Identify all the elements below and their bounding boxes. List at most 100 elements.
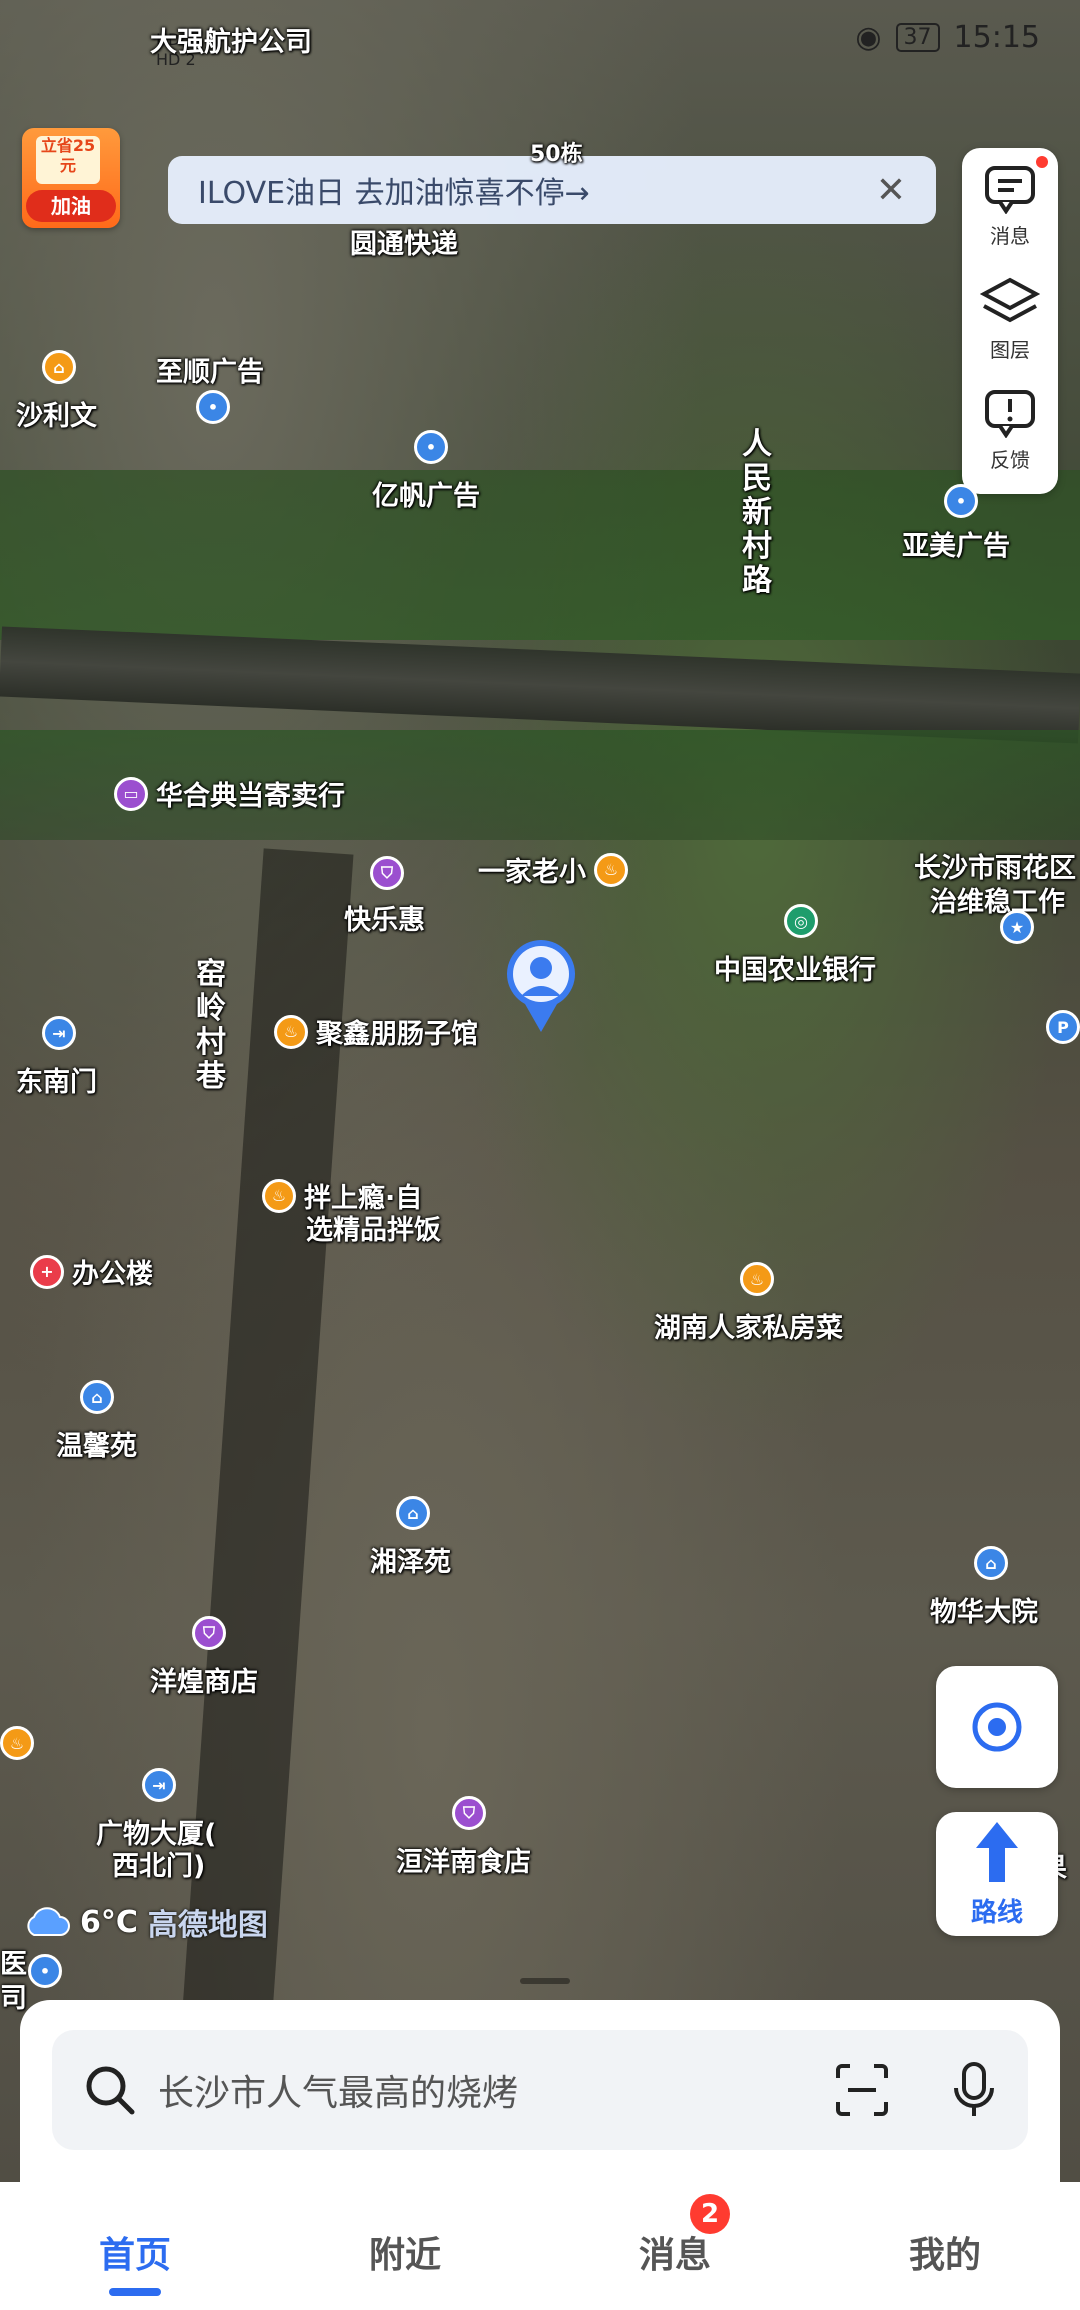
star-icon: ★: [1000, 910, 1034, 944]
poi-abc-bank[interactable]: 中国农业银行: [714, 948, 876, 987]
avatar-pin-icon: [507, 940, 575, 1032]
main-road: [0, 626, 1080, 744]
feedback-tool[interactable]: 反馈: [962, 388, 1058, 473]
poi-xiangzeyuan[interactable]: 湘泽苑: [370, 1540, 451, 1579]
poi-zhishun[interactable]: 至顺广告: [156, 350, 264, 389]
temperature: 6°C: [80, 1904, 138, 1940]
poi-weiwen[interactable]: 治维稳工作: [930, 880, 1065, 919]
poi-juxin[interactable]: ♨ 聚鑫朋肠子馆: [274, 1012, 478, 1051]
poi-wuhua[interactable]: 物华大院: [930, 1590, 1038, 1629]
poi-hunan-renjia-pin[interactable]: ♨: [740, 1262, 774, 1296]
layers-tool-label: 图层: [990, 338, 1030, 362]
parking-icon: P: [1046, 1010, 1080, 1044]
poi-left-edge-2[interactable]: 司: [0, 1976, 27, 2015]
location-icon: ◉: [855, 20, 882, 55]
poi-yanghuang[interactable]: 洋煌商店: [150, 1660, 258, 1699]
poi-yuantong[interactable]: 圆通快递: [350, 222, 458, 261]
clock: 15:15: [953, 20, 1040, 55]
residence-icon: ⌂: [80, 1380, 114, 1414]
active-tab-indicator: [109, 2288, 161, 2296]
poi-yifan-pin[interactable]: •: [414, 430, 448, 464]
layers-tool[interactable]: 图层: [962, 276, 1058, 363]
hotel-icon: ⌂: [42, 350, 76, 384]
poi-yamei[interactable]: 亚美广告: [902, 524, 1010, 563]
tab-home[interactable]: 首页: [0, 2182, 270, 2310]
poi-yamei-pin[interactable]: •: [944, 484, 978, 518]
microphone-icon[interactable]: [950, 2060, 998, 2120]
poi-hunan-renjia[interactable]: 湖南人家私房菜: [654, 1306, 843, 1345]
poi-dongnanmen[interactable]: 东南门: [16, 1060, 97, 1099]
locate-button[interactable]: [936, 1666, 1058, 1788]
poi-huanyang-pin[interactable]: ⛉: [452, 1796, 486, 1830]
poi-zhishun-pin[interactable]: •: [196, 390, 230, 424]
poi-dongnanmen-pin[interactable]: ⇥: [42, 1016, 76, 1050]
tab-mine-label: 我的: [908, 2235, 981, 2276]
pin-icon: •: [944, 484, 978, 518]
layers-icon: [980, 277, 1040, 323]
bank-icon: ◎: [784, 904, 818, 938]
messages-tool-label: 消息: [990, 224, 1030, 248]
scan-icon[interactable]: [834, 2062, 890, 2118]
poi-building-50[interactable]: 50栋: [530, 136, 583, 168]
poi-huahe[interactable]: ▭ 华合典当寄卖行: [114, 774, 345, 813]
poi-xiangzeyuan-pin[interactable]: ⌂: [396, 1496, 430, 1530]
poi-weiwen-pin[interactable]: ★: [1000, 910, 1034, 944]
tab-mine[interactable]: 我的: [810, 2182, 1080, 2310]
feedback-tool-label: 反馈: [990, 448, 1030, 472]
poi-yifan[interactable]: 亿帆广告: [372, 474, 480, 513]
tab-home-label: 首页: [98, 2235, 171, 2276]
poi-abc-bank-pin[interactable]: ◎: [784, 904, 818, 938]
search-bar[interactable]: 长沙市人气最高的烧烤: [52, 2030, 1028, 2150]
tab-nearby[interactable]: 附近: [270, 2182, 540, 2310]
user-location-marker[interactable]: [505, 938, 577, 1038]
road-label-renminxincun: 人民新村路: [742, 427, 772, 598]
locate-icon: [972, 1702, 1022, 1752]
battery-indicator: 37: [895, 23, 940, 52]
messages-tool[interactable]: 消息: [962, 164, 1058, 249]
poi-kuailehui[interactable]: 快乐惠: [344, 898, 425, 937]
poi-yijialaoxiao[interactable]: 一家老小 ♨: [478, 850, 628, 889]
poi-banshangyin-2[interactable]: 选精品拌饭: [306, 1208, 441, 1247]
poi-guangwu-2[interactable]: 西北门): [112, 1844, 205, 1883]
cloud-icon: [27, 1907, 70, 1936]
poi-wuhua-pin[interactable]: ⌂: [974, 1546, 1008, 1580]
poi-shaliwen-label[interactable]: 沙利文: [16, 394, 97, 433]
route-button[interactable]: 路线: [936, 1812, 1058, 1936]
poi-shaliwen[interactable]: ⌂: [42, 350, 76, 384]
hospital-icon: +: [30, 1254, 64, 1289]
messages-badge: 2: [690, 2194, 730, 2234]
tab-messages[interactable]: 消息 2: [540, 2182, 810, 2310]
poi-kuailehui-pin[interactable]: ⛉: [370, 856, 404, 890]
shop-icon: ⛉: [192, 1616, 226, 1650]
route-arrow-icon: [976, 1822, 1018, 1882]
message-icon: [985, 166, 1035, 214]
poi-huanyang[interactable]: 洹洋南食店: [396, 1840, 531, 1879]
road-label-yaoling: 窑岭村巷: [196, 957, 226, 1094]
poi-yanghuang-pin[interactable]: ⛉: [192, 1616, 226, 1650]
poi-bangonglou[interactable]: + 办公楼: [30, 1252, 153, 1291]
poi-daqiang[interactable]: 大强航护公司: [150, 20, 312, 59]
route-label: 路线: [970, 1898, 1023, 1928]
promo-banner-text: ILOVE油日 去加油惊喜不停→: [198, 176, 590, 211]
shop-icon: ⛉: [370, 856, 404, 890]
poi-wenxinyuan[interactable]: 温馨苑: [56, 1424, 137, 1463]
poi-guangwu-pin[interactable]: ⇥: [142, 1768, 176, 1802]
close-icon[interactable]: ✕: [876, 170, 906, 211]
sheet-grabber[interactable]: [520, 1978, 570, 1984]
fuel-promo-badge[interactable]: 立省25元 加油: [22, 128, 120, 228]
poi-left-restaurant-pin[interactable]: ♨: [0, 1726, 34, 1760]
amap-brand-logo: 高德地图: [147, 1908, 268, 1943]
gate-icon: ⇥: [142, 1768, 176, 1802]
feedback-icon: [985, 390, 1035, 438]
residence-icon: ⌂: [396, 1496, 430, 1530]
gate-icon: ⇥: [42, 1016, 76, 1050]
search-icon: [86, 2066, 135, 2115]
restaurant-icon: ♨: [594, 852, 628, 887]
residence-icon: ⌂: [974, 1546, 1008, 1580]
poi-parking[interactable]: P: [1046, 1010, 1080, 1044]
map-toolbar: 消息 图层 反馈: [962, 148, 1058, 494]
poi-left-edge-pin[interactable]: •: [28, 1954, 62, 1988]
satellite-map[interactable]: [0, 0, 1080, 2310]
promo-saving-label: 立省25元: [36, 136, 100, 184]
poi-wenxinyuan-pin[interactable]: ⌂: [80, 1380, 114, 1414]
